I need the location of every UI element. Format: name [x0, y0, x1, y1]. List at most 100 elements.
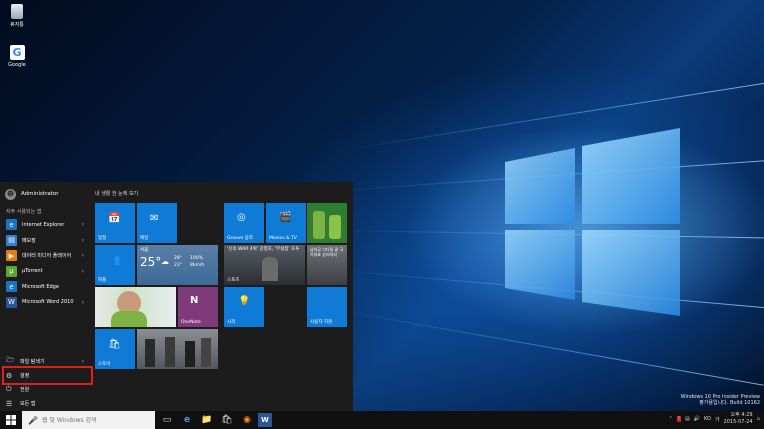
cloud-icon: ☁ — [161, 257, 169, 266]
tile-weather[interactable]: 서울 25° ☁ 28° 23° 100% 8km/h — [137, 245, 218, 285]
tile-groove-music[interactable]: ◎ Groove 음악 — [224, 203, 264, 243]
windows-start-icon — [6, 415, 16, 425]
store-bag-icon: 🛍 — [108, 339, 121, 350]
lightbulb-icon: 💡 — [238, 296, 251, 307]
weather-temperature: 25° — [140, 255, 162, 269]
volume-icon[interactable]: 🔊 — [694, 416, 700, 422]
tile-label: 시작 — [227, 320, 236, 325]
taskbar: 🎤 ▭ e 📁 🛍 ◉ W ⌃ ! ▤ 🔊 KO 가 오후 4:29 2015-… — [0, 411, 764, 429]
edge-icon: e — [6, 281, 17, 293]
tile-sports[interactable]: '신의 WAR 4위' 강정호, '무실점' 호투 스포츠 — [224, 245, 305, 285]
notepad-icon: ▤ — [6, 234, 17, 246]
weather-high: 28° — [174, 256, 182, 261]
tile-label: Movies & TV — [269, 236, 297, 241]
tile-label: 스포츠 — [227, 278, 240, 283]
desktop-icon-label: 휴지통 — [10, 22, 24, 28]
power-label: 전원 — [20, 387, 30, 393]
internet-explorer-icon: e — [6, 219, 17, 231]
start-button[interactable] — [0, 411, 22, 429]
chevron-right-icon[interactable]: › — [82, 252, 84, 259]
app-label: Internet Explorer — [22, 221, 65, 228]
taskbar-store[interactable]: 🛍 — [220, 413, 234, 427]
build-watermark: Windows 10 Pro Insider Preview 평가용입니다. B… — [681, 394, 760, 406]
desktop-icon-label: Google — [8, 62, 26, 68]
word-icon: W — [6, 296, 17, 308]
app-label: Microsoft Edge — [22, 283, 59, 290]
user-account[interactable]: ☻ Administrator — [5, 188, 59, 200]
firefox-icon: ◉ — [243, 415, 251, 425]
tile-movies-tv[interactable]: 🎬 Movies & TV — [266, 203, 306, 243]
tile-news[interactable]: 남아공 기다림 끝 국가대표 승리까지 — [307, 245, 347, 285]
app-media-player[interactable]: ▶ 데이터 미디어 플레이어 › — [0, 248, 90, 264]
clock-date: 2015-07-24 — [723, 419, 753, 425]
google-shortcut-icon: G — [9, 45, 25, 60]
news-photo-figure — [165, 337, 175, 367]
task-view-icon: ▭ — [162, 415, 172, 425]
tile-label: 메일 — [140, 236, 149, 241]
weather-humidity: 100% — [190, 256, 203, 261]
task-view-button[interactable]: ▭ — [160, 413, 174, 427]
clapperboard-icon: 🎬 — [279, 212, 292, 223]
windows-logo-wallpaper — [505, 128, 680, 316]
tile-store[interactable]: 🛍 스토어 — [95, 329, 135, 369]
tile-calendar[interactable]: 📅 일정 — [95, 203, 135, 243]
tile-label: Groove 음악 — [227, 236, 253, 241]
app-notepad[interactable]: ▤ 메모장 › — [0, 233, 90, 249]
network-icon[interactable]: ▤ — [685, 416, 690, 422]
taskbar-search[interactable]: 🎤 — [22, 411, 155, 429]
weather-low: 23° — [174, 263, 182, 268]
tile-photo-person[interactable] — [95, 287, 176, 327]
taskbar-edge[interactable]: e — [180, 413, 194, 427]
settings-highlight-box — [2, 366, 93, 385]
tile-label: 일정 — [98, 236, 107, 241]
ime-indicator[interactable]: 가 — [715, 416, 720, 423]
tile-tips[interactable]: 💡 시작 — [224, 287, 264, 327]
tile-xbox[interactable] — [307, 203, 347, 243]
tile-label: 피플 — [98, 278, 107, 283]
mail-icon: ✉ — [150, 213, 159, 224]
all-apps-button[interactable]: ☰ 모든 앱 — [0, 397, 90, 410]
tile-get-started[interactable]: 👤 사용자 지원 — [307, 287, 347, 327]
taskbar-file-explorer[interactable]: 📁 — [200, 413, 214, 427]
groove-music-icon: ◎ — [237, 212, 246, 223]
tile-news-photo[interactable] — [137, 329, 218, 369]
chevron-right-icon[interactable]: › — [82, 268, 84, 275]
desktop-icon-google[interactable]: G Google — [0, 45, 34, 68]
chevron-right-icon[interactable]: › — [82, 358, 84, 365]
tile-people[interactable]: 👥 피플 — [95, 245, 135, 285]
app-microsoft-edge[interactable]: e Microsoft Edge — [0, 279, 90, 295]
desktop-icon-recycle-bin[interactable]: 휴지통 — [0, 4, 34, 28]
news-photo-figure — [185, 341, 195, 367]
clock[interactable]: 오후 4:29 2015-07-24 — [724, 412, 753, 426]
tile-onenote[interactable]: N OneNote — [178, 287, 218, 327]
news-photo-figure — [145, 339, 155, 367]
chevron-right-icon[interactable]: › — [82, 221, 84, 228]
watermark-line: 평가용입니다. Build 10162 — [699, 400, 760, 406]
news-photo-figure — [201, 338, 211, 367]
security-warning-icon[interactable]: ! — [677, 416, 682, 422]
app-label: 데이터 미디어 플레이어 — [22, 253, 72, 260]
app-utorrent[interactable]: µ µTorrent › — [0, 264, 90, 280]
app-internet-explorer[interactable]: e Internet Explorer › — [0, 217, 90, 233]
people-icon: 👥 — [108, 255, 121, 266]
user-name: Administrator — [21, 191, 59, 197]
word-icon: W — [261, 416, 269, 424]
search-input[interactable] — [41, 416, 152, 424]
clock-time: 오후 4:29 — [730, 412, 753, 418]
notifications-icon[interactable]: ▫ — [757, 416, 760, 422]
game-character-figure — [329, 215, 341, 239]
file-explorer-label: 파일 탐색기 — [20, 359, 45, 365]
chevron-right-icon[interactable]: › — [82, 299, 84, 306]
taskbar-word[interactable]: W — [258, 413, 272, 427]
people-support-icon: 👤 — [320, 296, 333, 307]
app-microsoft-word[interactable]: W Microsoft Word 2010 › — [0, 295, 90, 311]
app-label: 메모장 — [22, 237, 36, 244]
edge-icon: e — [183, 415, 191, 425]
chevron-right-icon[interactable]: › — [82, 237, 84, 244]
onenote-icon: N — [190, 295, 199, 306]
language-indicator[interactable]: KO — [704, 416, 711, 422]
microphone-icon[interactable]: 🎤 — [28, 416, 38, 425]
tray-arrow-icon[interactable]: ⌃ — [669, 416, 673, 422]
taskbar-firefox[interactable]: ◉ — [240, 413, 254, 427]
tile-mail[interactable]: ✉ 메일 — [137, 203, 177, 243]
